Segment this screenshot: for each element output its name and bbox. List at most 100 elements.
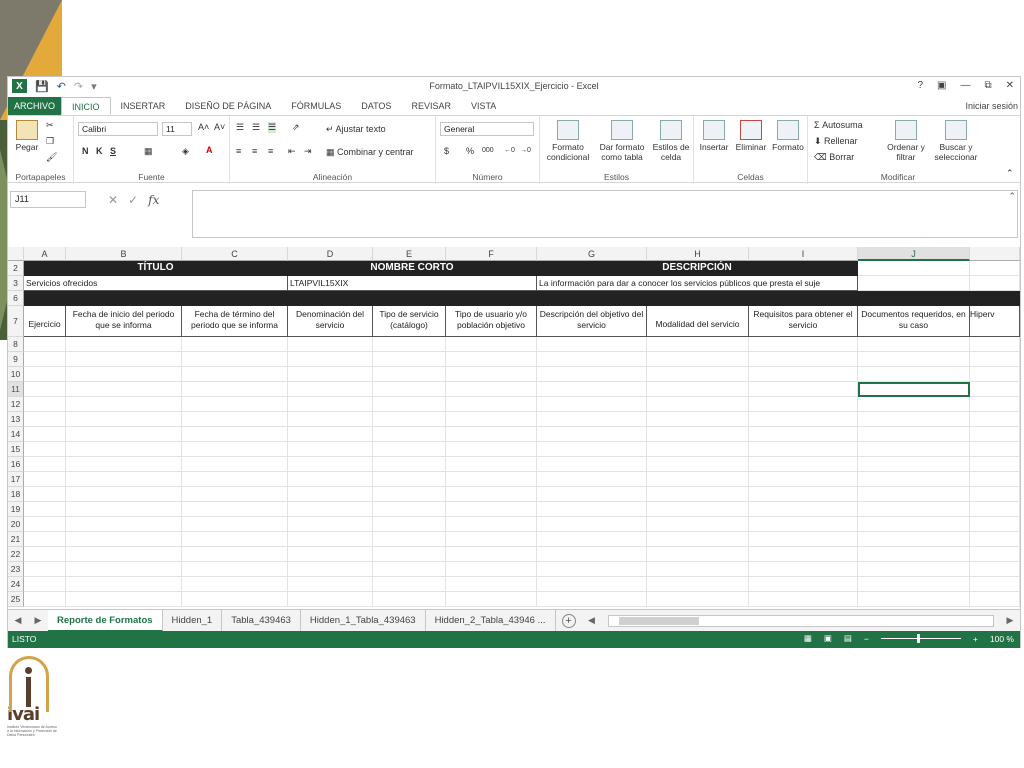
cell[interactable] xyxy=(446,427,537,442)
section-divider-cell[interactable] xyxy=(24,291,1020,306)
cell[interactable] xyxy=(373,547,446,562)
tab-inicio[interactable]: INICIO xyxy=(61,97,111,115)
cell[interactable] xyxy=(647,457,749,472)
cell[interactable] xyxy=(749,562,858,577)
cell[interactable] xyxy=(24,442,66,457)
column-header[interactable] xyxy=(970,247,1020,261)
merge-center-button[interactable]: ▦ Combinar y centrar xyxy=(326,147,414,158)
cell[interactable] xyxy=(647,547,749,562)
cell[interactable] xyxy=(446,337,537,352)
cell[interactable] xyxy=(537,577,647,592)
next-sheet-icon[interactable]: ▶ xyxy=(28,615,48,626)
increase-indent-icon[interactable]: ⇥ xyxy=(304,146,312,157)
row-header[interactable]: 25 xyxy=(8,592,24,607)
percent-button[interactable]: % xyxy=(466,146,474,156)
cell[interactable] xyxy=(66,517,182,532)
cell[interactable] xyxy=(647,592,749,607)
cell[interactable] xyxy=(858,412,970,427)
cell[interactable] xyxy=(182,367,288,382)
cell[interactable] xyxy=(537,487,647,502)
cell[interactable] xyxy=(373,592,446,607)
cell-styles-button[interactable]: Estilos de celda xyxy=(650,120,692,162)
cell[interactable] xyxy=(182,472,288,487)
cell[interactable] xyxy=(373,457,446,472)
cell[interactable] xyxy=(182,397,288,412)
cell[interactable] xyxy=(858,276,970,291)
cell[interactable] xyxy=(749,502,858,517)
align-center-icon[interactable]: ≡ xyxy=(252,146,257,156)
row-header[interactable]: 24 xyxy=(8,577,24,592)
tab-vista[interactable]: VISTA xyxy=(461,97,506,115)
column-label-cell[interactable]: Documentos requeridos, en su caso xyxy=(858,306,970,337)
column-label-cell[interactable]: Fecha de término del periodo que se info… xyxy=(182,306,288,337)
cell[interactable] xyxy=(858,487,970,502)
sheet-tab-hidden-2-tabla[interactable]: Hidden_2_Tabla_43946 ... xyxy=(426,609,556,632)
cell[interactable] xyxy=(373,442,446,457)
column-header[interactable]: C xyxy=(182,247,288,261)
clear-button[interactable]: ⌫ Borrar xyxy=(814,152,854,163)
row-header[interactable]: 18 xyxy=(8,487,24,502)
cell[interactable] xyxy=(288,487,373,502)
align-middle-icon[interactable]: ☰ xyxy=(252,122,260,133)
close-icon[interactable]: ✕ xyxy=(1006,80,1014,91)
select-all-corner[interactable] xyxy=(8,247,24,261)
cell[interactable] xyxy=(446,547,537,562)
cell[interactable] xyxy=(66,427,182,442)
cell[interactable] xyxy=(288,577,373,592)
cell[interactable] xyxy=(182,352,288,367)
copy-icon[interactable]: ❐ xyxy=(46,136,54,147)
cell[interactable] xyxy=(373,352,446,367)
cell[interactable] xyxy=(66,352,182,367)
minimize-icon[interactable]: — xyxy=(960,80,970,91)
cell[interactable] xyxy=(858,517,970,532)
active-cell[interactable] xyxy=(858,382,970,397)
cell[interactable] xyxy=(24,367,66,382)
column-label-cell[interactable]: Ejercicio xyxy=(24,306,66,337)
cell[interactable] xyxy=(537,337,647,352)
cell[interactable] xyxy=(446,517,537,532)
cell[interactable] xyxy=(373,517,446,532)
number-format-select[interactable]: General xyxy=(440,122,534,136)
row-header[interactable]: 15 xyxy=(8,442,24,457)
cell[interactable] xyxy=(288,472,373,487)
cell[interactable] xyxy=(970,337,1020,352)
description-header-cell[interactable]: DESCRIPCIÓN xyxy=(537,261,858,276)
cell[interactable] xyxy=(749,487,858,502)
column-label-cell[interactable]: Requisitos para obtener el servicio xyxy=(749,306,858,337)
cell[interactable] xyxy=(858,502,970,517)
cell[interactable] xyxy=(66,577,182,592)
cell[interactable] xyxy=(858,442,970,457)
cell[interactable] xyxy=(66,412,182,427)
row-header[interactable]: 20 xyxy=(8,517,24,532)
cell[interactable] xyxy=(66,442,182,457)
column-label-cell[interactable]: Descripción del objetivo del servicio xyxy=(537,306,647,337)
cell[interactable] xyxy=(373,382,446,397)
scroll-left-icon[interactable]: ◀ xyxy=(582,615,602,626)
cell[interactable] xyxy=(24,577,66,592)
cell[interactable] xyxy=(182,517,288,532)
cell[interactable] xyxy=(749,547,858,562)
tab-insertar[interactable]: INSERTAR xyxy=(111,97,176,115)
cell[interactable] xyxy=(24,487,66,502)
decrease-decimal-icon[interactable]: →0 xyxy=(520,147,531,154)
ribbon-display-icon[interactable]: ▣ xyxy=(937,80,946,91)
cell[interactable] xyxy=(749,472,858,487)
column-header[interactable]: F xyxy=(446,247,537,261)
column-label-cell[interactable]: Tipo de usuario y/o población objetivo xyxy=(446,306,537,337)
cell[interactable] xyxy=(182,487,288,502)
cell[interactable] xyxy=(647,382,749,397)
horizontal-scrollbar[interactable] xyxy=(607,614,994,627)
cell[interactable] xyxy=(647,487,749,502)
cell[interactable] xyxy=(66,397,182,412)
conditional-format-button[interactable]: Formato condicional xyxy=(542,120,594,162)
fill-color-icon[interactable]: ◈ xyxy=(182,146,189,157)
cell[interactable] xyxy=(373,367,446,382)
cell[interactable] xyxy=(446,487,537,502)
tab-archivo[interactable]: ARCHIVO xyxy=(8,97,62,115)
cell[interactable] xyxy=(537,352,647,367)
cell[interactable] xyxy=(24,562,66,577)
cut-icon[interactable]: ✂ xyxy=(46,120,54,131)
cell[interactable] xyxy=(749,457,858,472)
cell[interactable] xyxy=(858,397,970,412)
cell[interactable] xyxy=(288,397,373,412)
